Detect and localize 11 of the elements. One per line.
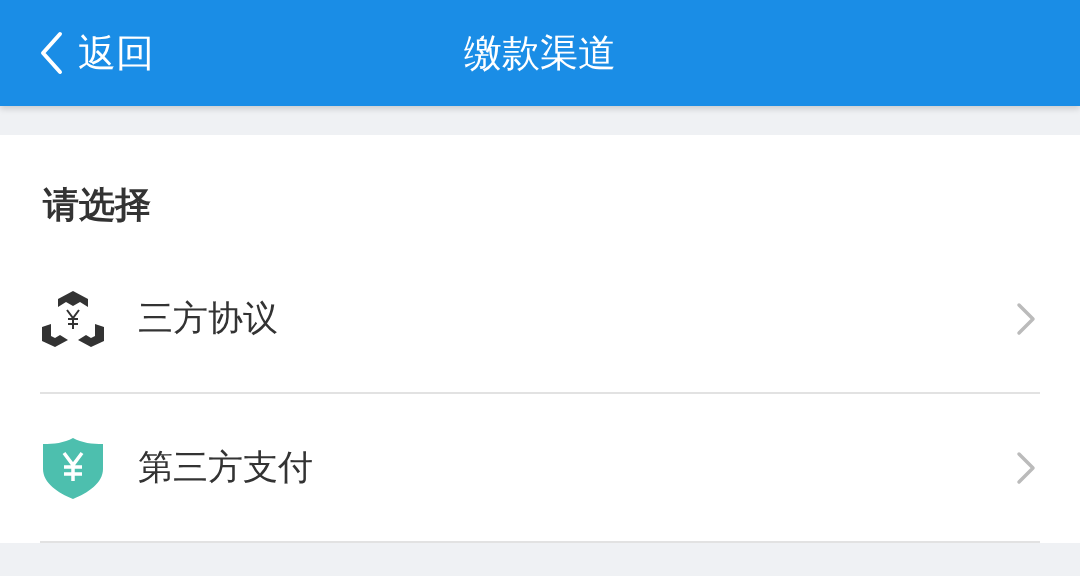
option-row[interactable]: 三方协议 <box>40 245 1040 394</box>
back-button[interactable]: 返回 <box>0 0 154 106</box>
option-row[interactable]: 第三方支付 <box>40 394 1040 543</box>
section-heading: 请选择 <box>41 183 152 227</box>
option-label: 第三方支付 <box>138 446 314 489</box>
back-chevron-icon <box>38 31 64 75</box>
yen-hexagon-icon <box>40 288 106 349</box>
chevron-right-icon <box>1016 301 1036 336</box>
page-title: 缴款渠道 <box>464 29 616 77</box>
chevron-right-icon <box>1016 450 1036 485</box>
option-label: 三方协议 <box>138 297 279 340</box>
